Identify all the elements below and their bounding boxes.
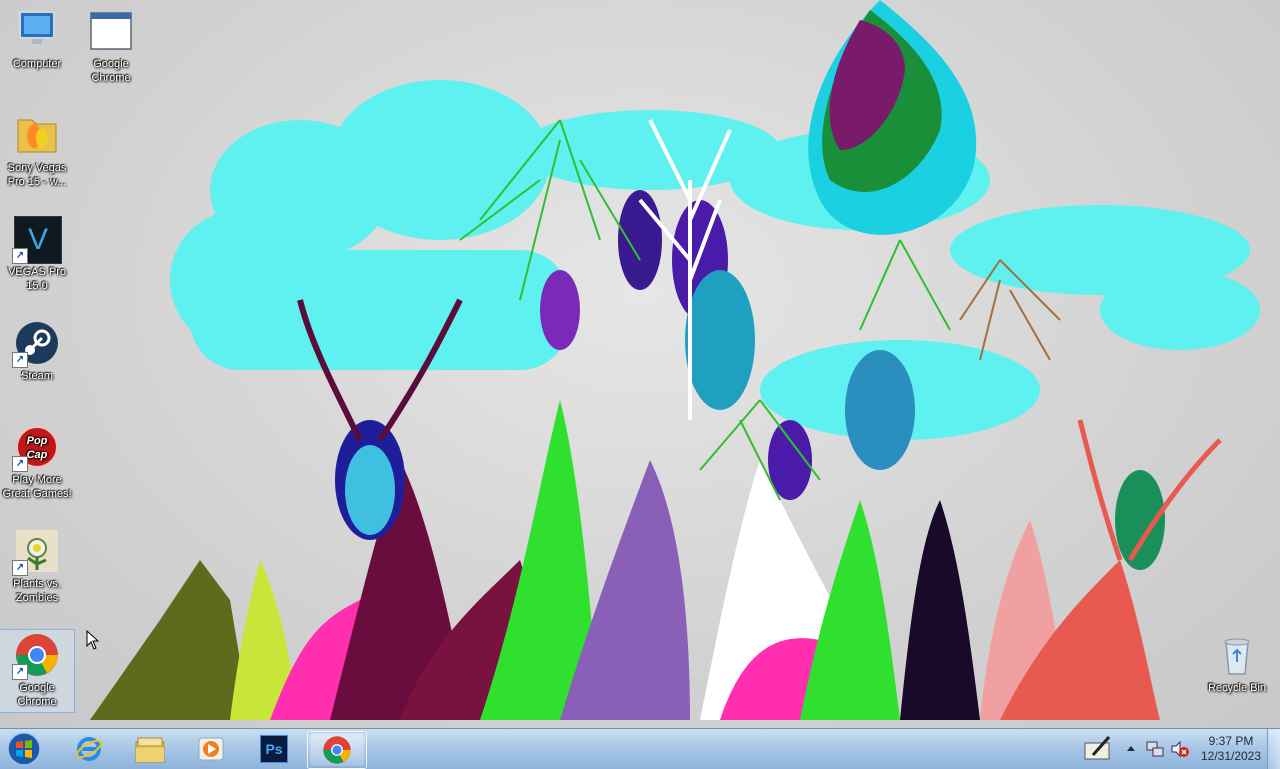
desktop-icon-label: Google Chrome bbox=[91, 58, 131, 84]
start-button[interactable] bbox=[4, 730, 44, 768]
wallpaper bbox=[90, 0, 1260, 720]
computer-icon bbox=[14, 8, 60, 54]
recycle-bin-icon bbox=[1214, 632, 1260, 678]
shortcut-arrow-icon: ↗ bbox=[12, 560, 28, 576]
taskbar-file-explorer[interactable] bbox=[121, 731, 179, 767]
clock-date: 12/31/2023 bbox=[1200, 749, 1262, 763]
desktop-icon-label: Play More Great Games! bbox=[2, 474, 72, 500]
show-desktop-button[interactable] bbox=[1267, 729, 1280, 769]
volume-muted-icon bbox=[1171, 740, 1189, 758]
vegas-icon: V ↗ bbox=[12, 216, 62, 264]
desktop-icon-computer[interactable]: Computer bbox=[0, 6, 74, 71]
photoshop-icon: Ps bbox=[260, 735, 288, 763]
desktop-icon-vegas-pro[interactable]: V ↗ VEGAS Pro 15.0 bbox=[0, 214, 74, 293]
taskbar-chrome[interactable] bbox=[307, 731, 367, 769]
tray-volume[interactable] bbox=[1170, 739, 1190, 759]
tray-network[interactable] bbox=[1145, 739, 1165, 759]
shortcut-arrow-icon: ↗ bbox=[12, 248, 28, 264]
desktop-icon-label: Computer bbox=[12, 58, 62, 70]
mouse-cursor bbox=[86, 630, 100, 650]
popcap-icon: Pop Cap ↗ bbox=[12, 424, 60, 472]
show-hidden-icons-icon bbox=[1127, 746, 1135, 751]
desktop-icon-label: Plants vs. Zombies bbox=[13, 578, 61, 604]
desktop-icon-plants-vs-zombies[interactable]: ↗ Plants vs. Zombies bbox=[0, 526, 74, 605]
desktop-icon-recycle-bin[interactable]: Recycle Bin bbox=[1200, 630, 1274, 695]
desktop-icon-label: Recycle Bin bbox=[1207, 682, 1267, 694]
taskbar-internet-explorer[interactable] bbox=[60, 731, 118, 767]
system-clock[interactable]: 9:37 PM 12/31/2023 bbox=[1196, 734, 1266, 764]
folder-music-icon bbox=[14, 112, 60, 158]
taskbar-photoshop[interactable]: Ps bbox=[245, 731, 303, 767]
taskbar: Ps 9:37 PM 12/31/2023 bbox=[0, 728, 1280, 769]
desktop-icon-label: Steam bbox=[21, 370, 53, 382]
desktop-icon-label: VEGAS Pro 15.0 bbox=[7, 266, 67, 292]
photoshop-glyph: Ps bbox=[265, 741, 283, 757]
file-explorer-icon bbox=[135, 737, 165, 763]
steam-icon: ↗ bbox=[12, 320, 60, 368]
desktop-icon-sony-vegas-folder[interactable]: Sony Vegas Pro 15 - w... bbox=[0, 110, 74, 189]
desktop-icon-popcap[interactable]: Pop Cap ↗ Play More Great Games! bbox=[0, 422, 74, 501]
chrome-icon: ↗ bbox=[12, 632, 60, 680]
shortcut-arrow-icon: ↗ bbox=[12, 352, 28, 368]
desktop-icon-google-chrome-window[interactable]: Google Chrome bbox=[74, 6, 148, 85]
desktop-icon-label: Google Chrome bbox=[17, 682, 57, 708]
shortcut-arrow-icon: ↗ bbox=[12, 456, 28, 472]
network-icon bbox=[1146, 741, 1164, 757]
chrome-icon bbox=[323, 736, 351, 764]
plants-vs-zombies-icon: ↗ bbox=[12, 528, 60, 576]
internet-explorer-icon bbox=[75, 737, 103, 761]
media-player-icon bbox=[198, 737, 224, 761]
taskbar-media-player[interactable] bbox=[182, 731, 240, 767]
window-icon bbox=[88, 8, 134, 54]
start-orb-icon bbox=[7, 732, 41, 766]
desktop[interactable]: Computer Google Chrome Sony Vegas Pro 15… bbox=[0, 0, 1280, 728]
tray-show-hidden-icons[interactable] bbox=[1124, 739, 1144, 759]
desktop-icon-steam[interactable]: ↗ Steam bbox=[0, 318, 74, 383]
desktop-icon-label: Sony Vegas Pro 15 - w... bbox=[7, 162, 67, 188]
tray-pen-tablet[interactable] bbox=[1083, 735, 1113, 763]
shortcut-arrow-icon: ↗ bbox=[12, 664, 28, 680]
clock-time: 9:37 PM bbox=[1208, 734, 1254, 748]
pen-tablet-icon bbox=[1084, 736, 1111, 760]
desktop-icon-google-chrome[interactable]: ↗ Google Chrome bbox=[0, 629, 75, 713]
